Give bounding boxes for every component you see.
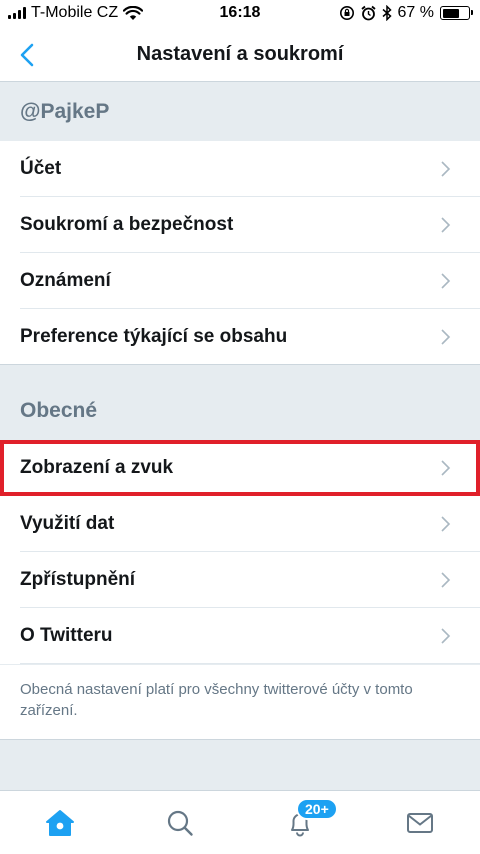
settings-item-label: O Twitteru <box>20 625 113 646</box>
status-right: 67 % <box>339 4 473 22</box>
home-icon <box>46 810 74 836</box>
settings-item-display-sound[interactable]: Zobrazení a zvuk <box>0 440 480 496</box>
chevron-right-icon <box>441 516 451 532</box>
chevron-right-icon <box>441 572 451 588</box>
settings-item-data-usage[interactable]: Využití dat <box>0 496 480 552</box>
settings-item-label: Soukromí a bezpečnost <box>20 214 234 235</box>
tab-bar <box>0 790 480 854</box>
settings-item-label: Zobrazení a zvuk <box>20 457 174 478</box>
divider <box>20 663 480 664</box>
notifications-badge: 20+ <box>296 798 338 820</box>
chevron-right-icon <box>441 273 451 289</box>
settings-item-label: Oznámení <box>20 270 111 291</box>
chevron-right-icon <box>441 628 451 644</box>
settings-item-notifications[interactable]: Oznámení <box>0 253 480 309</box>
settings-item-label: Využití dat <box>20 513 115 534</box>
mail-icon <box>407 813 433 833</box>
settings-item-label: Účet <box>20 158 62 179</box>
search-icon <box>167 810 193 836</box>
settings-item-account[interactable]: Účet <box>0 141 480 197</box>
general-settings-note: Obecná nastavení platí pro všechny twitt… <box>0 665 480 740</box>
alarm-icon <box>360 5 376 21</box>
page-title: Nastavení a soukromí <box>136 43 344 65</box>
bluetooth-icon <box>382 5 392 21</box>
battery-percent: 67 % <box>397 4 434 21</box>
settings-item-about-twitter[interactable]: O Twitteru <box>0 608 480 664</box>
settings-item-privacy-security[interactable]: Soukromí a bezpečnost <box>0 197 480 253</box>
tab-search[interactable] <box>162 805 198 841</box>
settings-item-label: Zpřístupnění <box>20 569 136 590</box>
tab-messages[interactable] <box>402 805 438 841</box>
settings-item-accessibility[interactable]: Zpřístupnění <box>0 552 480 608</box>
chevron-right-icon <box>441 329 451 345</box>
tab-home[interactable] <box>42 805 78 841</box>
chevron-right-icon <box>441 217 451 233</box>
chevron-right-icon <box>441 161 451 177</box>
settings-item-content-preferences[interactable]: Preference týkající se obsahu <box>0 309 480 365</box>
rotation-lock-icon <box>339 6 354 20</box>
section-header-general: Obecné <box>0 366 480 438</box>
battery-icon <box>440 6 473 20</box>
chevron-right-icon <box>441 460 451 476</box>
section-header-account: @PajkeP <box>0 83 480 141</box>
navigation-bar: Nastavení a soukromí <box>0 30 480 82</box>
status-bar: T-Mobile CZ 16:18 67 % <box>0 0 480 30</box>
battery-fill <box>442 8 460 18</box>
settings-item-label: Preference týkající se obsahu <box>20 325 288 347</box>
